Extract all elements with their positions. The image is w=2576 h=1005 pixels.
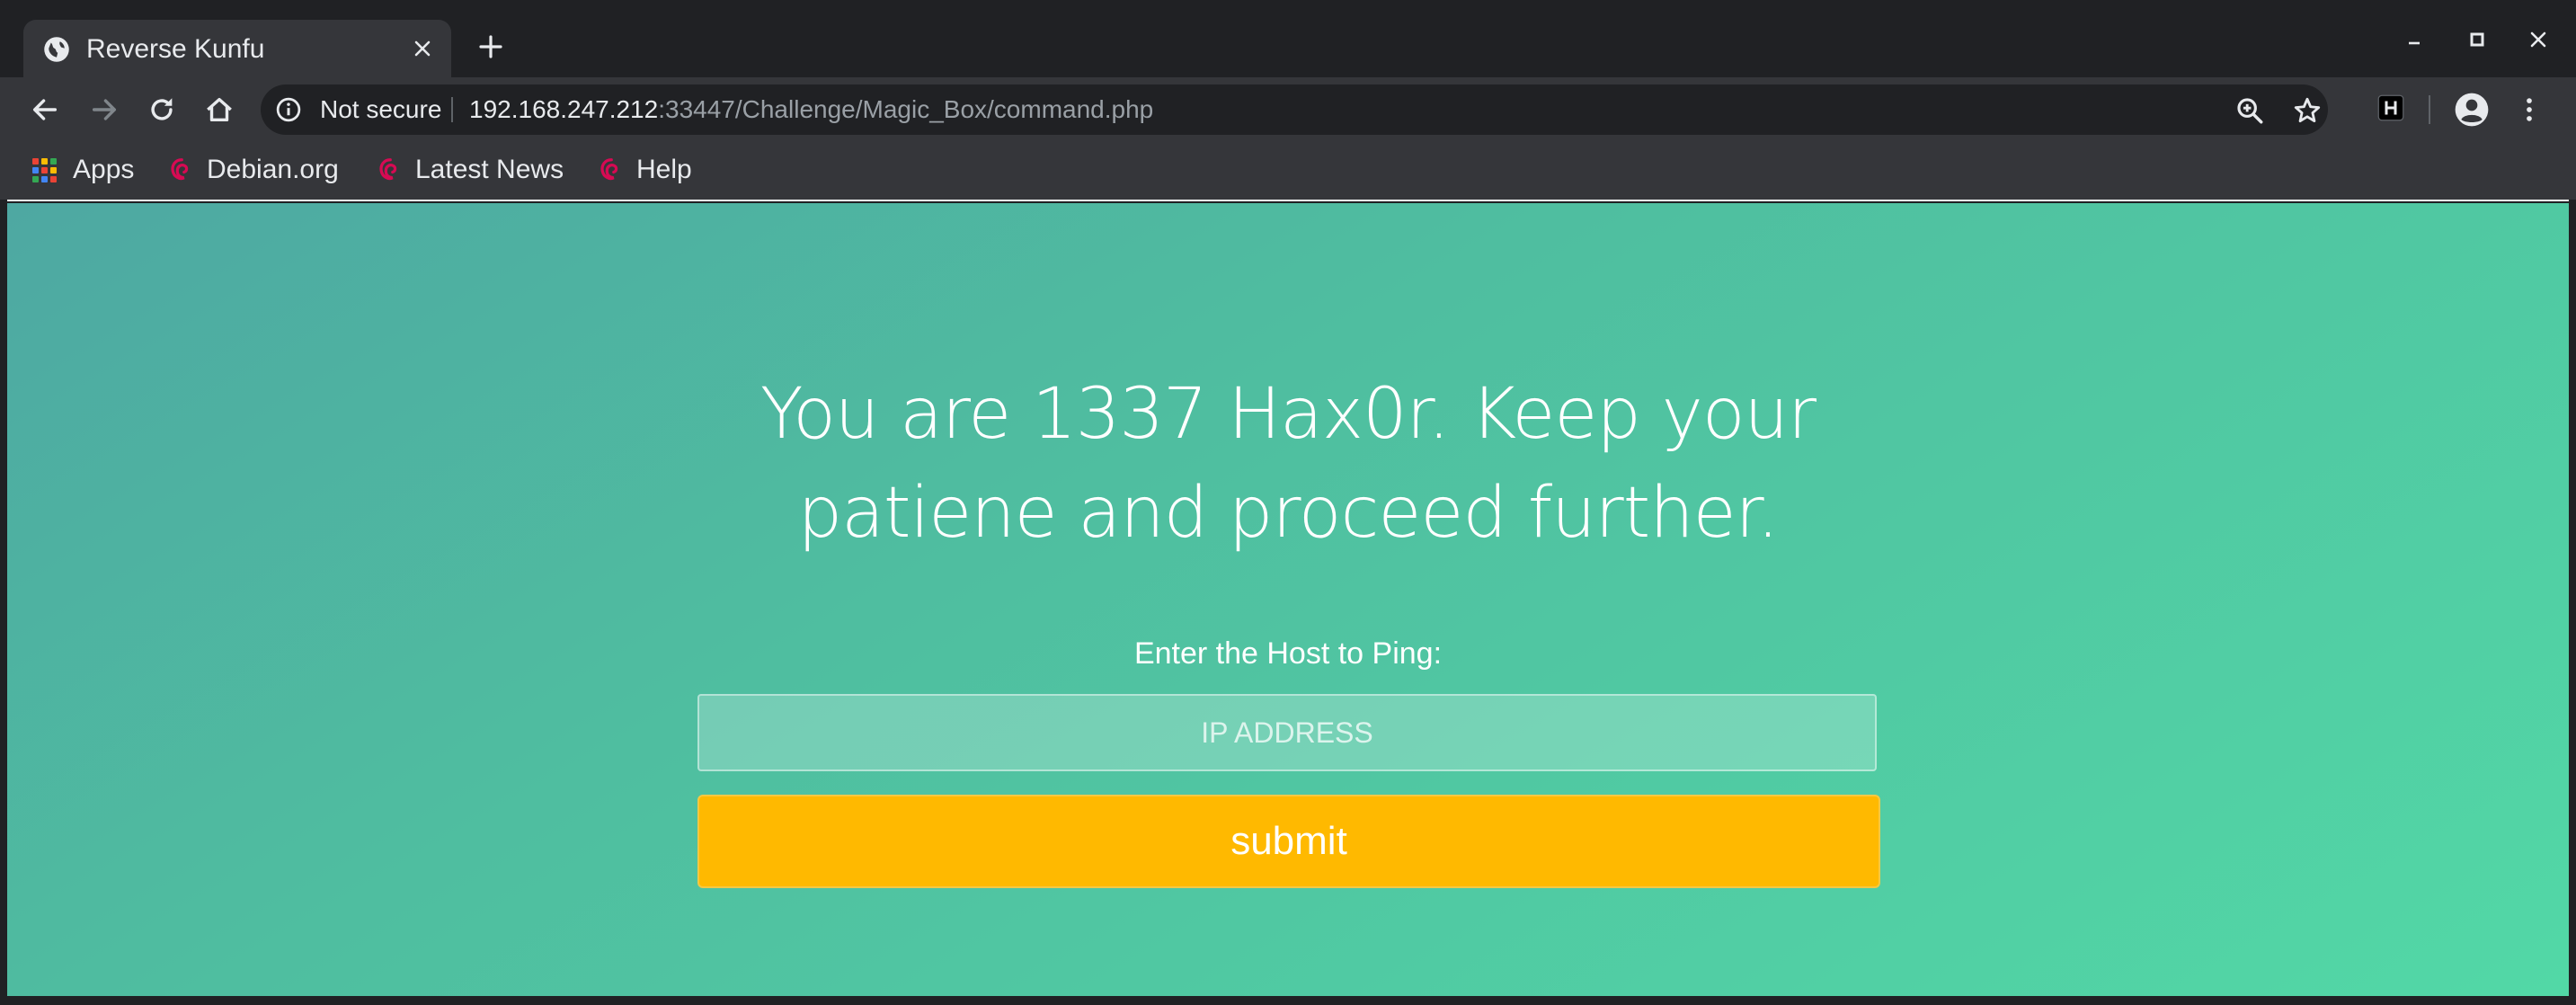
browser-window: Reverse Kunfu Not secure 192.168.247.212… (0, 0, 2576, 1005)
page-title-line-1: You are 1337 Hax0r. Keep your (759, 374, 1817, 455)
back-button[interactable] (27, 92, 63, 128)
toolbar-bottom-border (0, 200, 2576, 201)
bookmark-label: Help (636, 155, 692, 184)
profile-button[interactable] (2454, 92, 2490, 128)
plus-icon (479, 35, 502, 58)
url-path: :33447/Challenge/Magic_Box/command.php (658, 95, 1154, 123)
reload-icon (151, 98, 173, 120)
more-vertical-icon (2527, 98, 2532, 121)
maximize-icon (2470, 32, 2484, 47)
close-icon (414, 40, 431, 57)
bookmarks-bar: Apps Debian.org Latest News Help (0, 142, 2576, 200)
address-bar[interactable]: Not secure 192.168.247.212:33447/Challen… (261, 84, 2328, 135)
new-tab-button[interactable] (471, 27, 511, 67)
navigation-toolbar: Not secure 192.168.247.212:33447/Challen… (0, 77, 2576, 142)
menu-button[interactable] (2511, 92, 2547, 128)
bookmark-latest-news[interactable]: Latest News (376, 147, 564, 192)
apps-grid-icon (32, 157, 57, 182)
minimize-icon (2409, 41, 2420, 45)
bookmark-help[interactable]: Help (597, 147, 692, 192)
ip-address-input[interactable] (697, 694, 1877, 771)
host-label: Enter the Host to Ping: (1133, 636, 1443, 671)
forward-button[interactable] (86, 92, 122, 128)
submit-button[interactable]: submit (697, 795, 1880, 888)
window-border-left (0, 200, 7, 1005)
bookmark-apps[interactable]: Apps (32, 147, 134, 192)
globe-icon (44, 37, 69, 62)
info-icon[interactable] (275, 96, 302, 123)
account-icon (2455, 93, 2489, 127)
zoom-icon[interactable] (2234, 95, 2265, 126)
minimize-button[interactable] (2396, 22, 2432, 58)
maximize-button[interactable] (2459, 22, 2495, 58)
page-title-line-2: patiene and proceed further. (797, 473, 1780, 554)
home-button[interactable] (201, 92, 237, 128)
bookmark-debian-org[interactable]: Debian.org (167, 147, 339, 192)
extension-h-icon (2377, 94, 2404, 121)
security-status-label[interactable]: Not secure (320, 95, 441, 124)
debian-swirl-icon (600, 158, 618, 181)
window-border-right (2569, 200, 2576, 1005)
tab-title: Reverse Kunfu (86, 34, 265, 64)
url-text[interactable]: 192.168.247.212:33447/Challenge/Magic_Bo… (469, 95, 1153, 124)
bookmark-star-icon[interactable] (2292, 95, 2323, 126)
bookmark-label: Latest News (415, 155, 564, 184)
close-icon (2530, 31, 2546, 48)
tab-strip: Reverse Kunfu (0, 0, 2576, 77)
bookmark-label: Apps (73, 155, 135, 184)
debian-swirl-icon (171, 158, 189, 181)
home-icon (207, 97, 232, 122)
url-host: 192.168.247.212 (469, 95, 659, 123)
debian-swirl-icon (379, 158, 397, 181)
address-bar-separator (451, 97, 453, 122)
close-window-button[interactable] (2520, 22, 2556, 58)
arrow-left-icon (32, 99, 58, 120)
reload-button[interactable] (144, 92, 180, 128)
tab-close-button[interactable] (406, 32, 439, 65)
bookmark-label: Debian.org (207, 155, 339, 184)
toolbar-divider (2429, 95, 2430, 124)
arrow-right-icon (92, 99, 117, 120)
tab-reverse-kunfu[interactable]: Reverse Kunfu (23, 20, 451, 77)
extension-button[interactable] (2375, 92, 2407, 124)
window-border-bottom (0, 996, 2576, 1005)
page-title: You are 1337 Hax0r. Keep your patiene an… (7, 365, 2569, 563)
page-content: You are 1337 Hax0r. Keep your patiene an… (7, 203, 2569, 996)
